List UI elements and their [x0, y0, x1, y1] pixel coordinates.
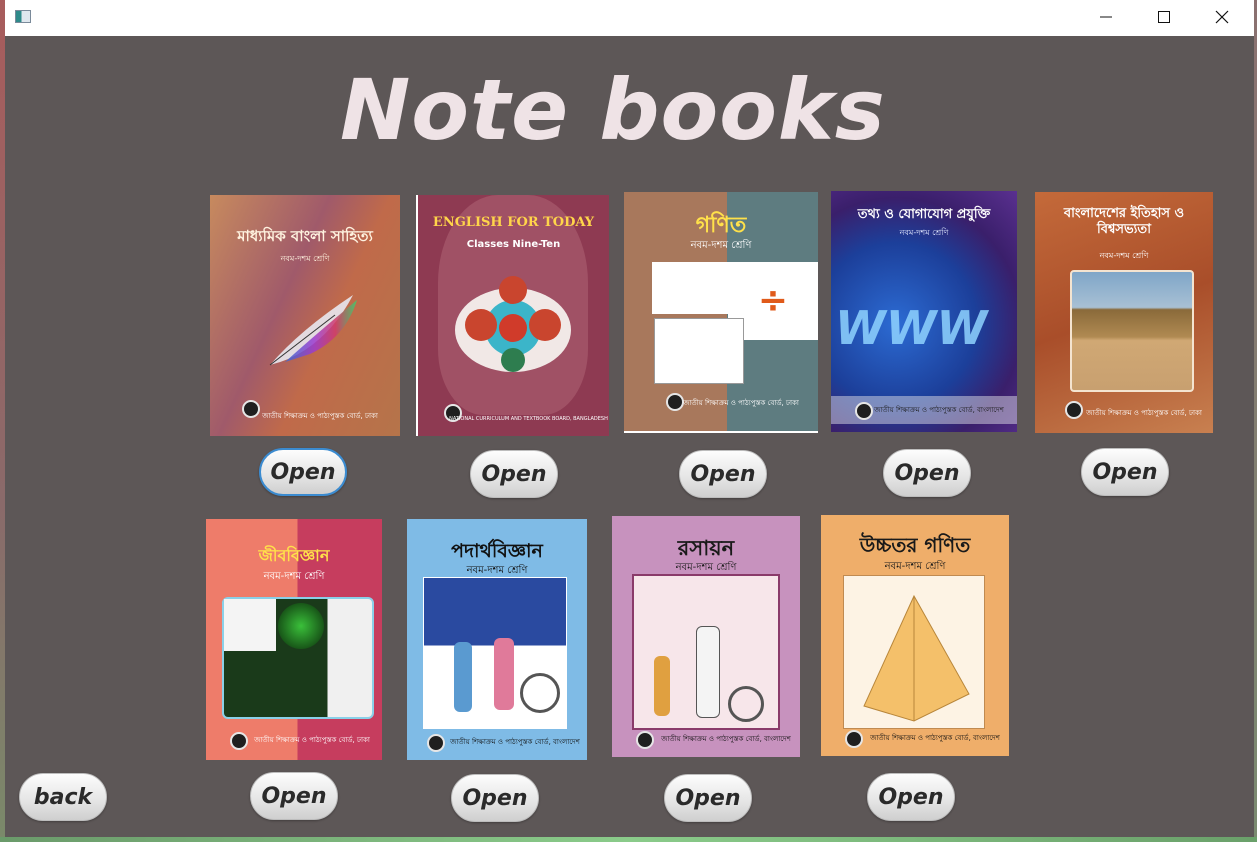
book-subtitle: নবম-দশম শ্রেণি: [280, 254, 330, 263]
book-title: মাধ্যমিক বাংলা সাহিত্য: [237, 227, 373, 245]
biology-collage: [222, 597, 374, 719]
calculator-image: [654, 318, 744, 384]
maximize-icon: [1158, 11, 1170, 23]
book-cover-math[interactable]: গণিত নবম-দশম শ্রেণি ÷ জাতীয় শিক্ষাক্রম …: [624, 192, 818, 433]
open-button-higher-math[interactable]: Open: [867, 773, 955, 821]
book-subtitle: নবম-দশম শ্রেণি: [690, 240, 752, 251]
book-title: তথ্য ও যোগাযোগ প্রযুক্তি: [857, 207, 991, 222]
histogram-image: [652, 262, 732, 314]
book-cover-physics[interactable]: পদার্থবিজ্ঞান নবম-দশম শ্রেণি জাতীয় শিক্…: [407, 519, 587, 760]
open-button-physics[interactable]: Open: [451, 774, 539, 822]
open-button-math[interactable]: Open: [679, 450, 767, 498]
open-button-english[interactable]: Open: [470, 450, 558, 498]
book-title: জীববিজ্ঞান: [258, 546, 330, 565]
book-subtitle: নবম-দশম শ্রেণি: [263, 571, 325, 582]
floral-emblem-icon: [455, 276, 571, 372]
minimize-icon: [1100, 16, 1112, 18]
window-bottom-edge: [0, 837, 1257, 842]
book-footer: জাতীয় শিক্ষাক্রম ও পাঠ্যপুস্তক বোর্ড, ঢ…: [1086, 409, 1202, 417]
book-footer: জাতীয় শিক্ষাক্রম ও পাঠ্যপুস্তক বোর্ড, ব…: [450, 738, 580, 746]
book-cover-higher-math[interactable]: উচ্চতর গণিত নবম-দশম শ্রেণি জাতীয় শিক্ষা…: [821, 515, 1009, 756]
book-cover-ict[interactable]: তথ্য ও যোগাযোগ প্রযুক্তি নবম-দশম শ্রেণি …: [831, 191, 1017, 432]
book-subtitle: নবম-দশম শ্রেণি: [899, 228, 949, 237]
book-cover-bangla-literature[interactable]: মাধ্যমিক বাংলা সাহিত্য নবম-দশম শ্রেণি জা…: [210, 195, 400, 436]
close-button[interactable]: [1194, 0, 1252, 33]
open-button-ict[interactable]: Open: [883, 449, 971, 497]
back-button[interactable]: back: [19, 773, 107, 821]
open-button-bangla-literature[interactable]: Open: [259, 448, 347, 496]
open-button-history[interactable]: Open: [1081, 448, 1169, 496]
window-titlebar: [5, 0, 1254, 36]
open-button-biology[interactable]: Open: [250, 772, 338, 820]
physics-illustration: [423, 577, 567, 729]
book-cover-chemistry[interactable]: রসায়ন নবম-দশম শ্রেণি জাতীয় শিক্ষাক্রম …: [612, 516, 800, 757]
book-title: ENGLISH FOR TODAY: [432, 215, 595, 230]
feather-icon: [269, 295, 357, 366]
history-photo: [1070, 270, 1194, 392]
page-title: Note books: [340, 61, 886, 159]
minimize-button[interactable]: [1078, 0, 1136, 33]
book-cover-biology[interactable]: জীববিজ্ঞান নবম-দশম শ্রেণি জাতীয় শিক্ষাক…: [206, 519, 382, 760]
book-footer: NATIONAL CURRICULUM AND TEXTBOOK BOARD, …: [449, 416, 608, 422]
www-graphic: WWW: [835, 301, 988, 355]
book-footer: জাতীয় শিক্ষাক্রম ও পাঠ্যপুস্তক বোর্ড, ঢ…: [262, 412, 378, 420]
book-subtitle: Classes Nine-Ten: [466, 239, 561, 250]
pyramid-icon: [863, 594, 970, 722]
book-footer: জাতীয় শিক্ষাক্রম ও পাঠ্যপুস্তক বোর্ড, ঢ…: [683, 399, 799, 407]
book-footer: জাতীয় শিক্ষাক্রম ও পাঠ্যপুস্তক বোর্ড, ব…: [661, 735, 791, 743]
book-cover-english[interactable]: ENGLISH FOR TODAY Classes Nine-Ten NATIO…: [416, 195, 609, 436]
close-icon: [1215, 10, 1229, 24]
book-cover-history[interactable]: বাংলাদেশের ইতিহাস ও বিশ্বসভ্যতা নবম-দশম …: [1035, 192, 1213, 433]
pyramid-illustration: [843, 575, 985, 729]
book-title: বাংলাদেশের ইতিহাস ও বিশ্বসভ্যতা: [1063, 206, 1185, 237]
book-footer: জাতীয় শিক্ষাক্রম ও পাঠ্যপুস্তক বোর্ড, ব…: [874, 406, 1004, 414]
chemistry-illustration: [632, 574, 780, 730]
app-icon: [15, 10, 31, 23]
book-subtitle: নবম-দশম শ্রেণি: [1099, 251, 1149, 260]
book-footer: জাতীয় শিক্ষাক্রম ও পাঠ্যপুস্তক বোর্ড, ঢ…: [254, 736, 370, 744]
maximize-button[interactable]: [1136, 0, 1194, 33]
open-button-chemistry[interactable]: Open: [664, 774, 752, 822]
book-footer: জাতীয় শিক্ষাক্রম ও পাঠ্যপুস্তক বোর্ড, ব…: [870, 734, 1000, 742]
book-subtitle: নবম-দশম শ্রেণি: [884, 561, 946, 572]
